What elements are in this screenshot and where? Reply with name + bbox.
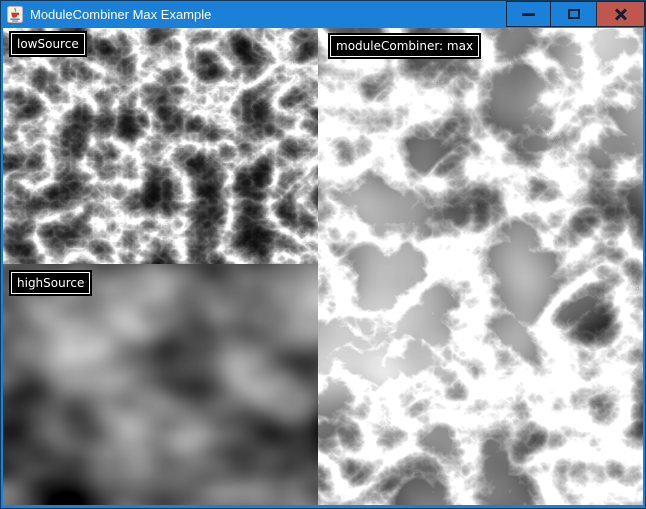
- close-x-icon: [614, 8, 628, 21]
- maximize-square-icon: [568, 9, 580, 19]
- window-title: ModuleCombiner Max Example: [30, 1, 211, 28]
- app-window: ModuleCombiner Max Example: [0, 0, 646, 509]
- panel-label-highsource: highSource: [11, 272, 90, 294]
- window-controls: [507, 1, 645, 27]
- maximize-button[interactable]: [550, 1, 597, 27]
- content-area: lowSource: [3, 28, 643, 505]
- lowsource-noise-image: [3, 28, 318, 264]
- panel-highsource: highSource: [3, 264, 318, 505]
- close-button[interactable]: [596, 1, 645, 27]
- highsource-noise-image: [3, 264, 318, 505]
- panel-lowsource: lowSource: [3, 28, 318, 264]
- java-coffee-cup-icon[interactable]: [7, 6, 23, 23]
- titlebar[interactable]: ModuleCombiner Max Example: [1, 1, 645, 28]
- minimize-button[interactable]: [506, 1, 551, 27]
- panel-label-modulecombiner-max: moduleCombiner: max: [330, 35, 479, 57]
- minimize-dash-icon: [522, 13, 535, 16]
- panel-modulecombiner-max: moduleCombiner: max: [318, 28, 643, 505]
- modulecombiner-max-noise-image: [318, 28, 643, 505]
- panel-label-lowsource: lowSource: [11, 33, 85, 55]
